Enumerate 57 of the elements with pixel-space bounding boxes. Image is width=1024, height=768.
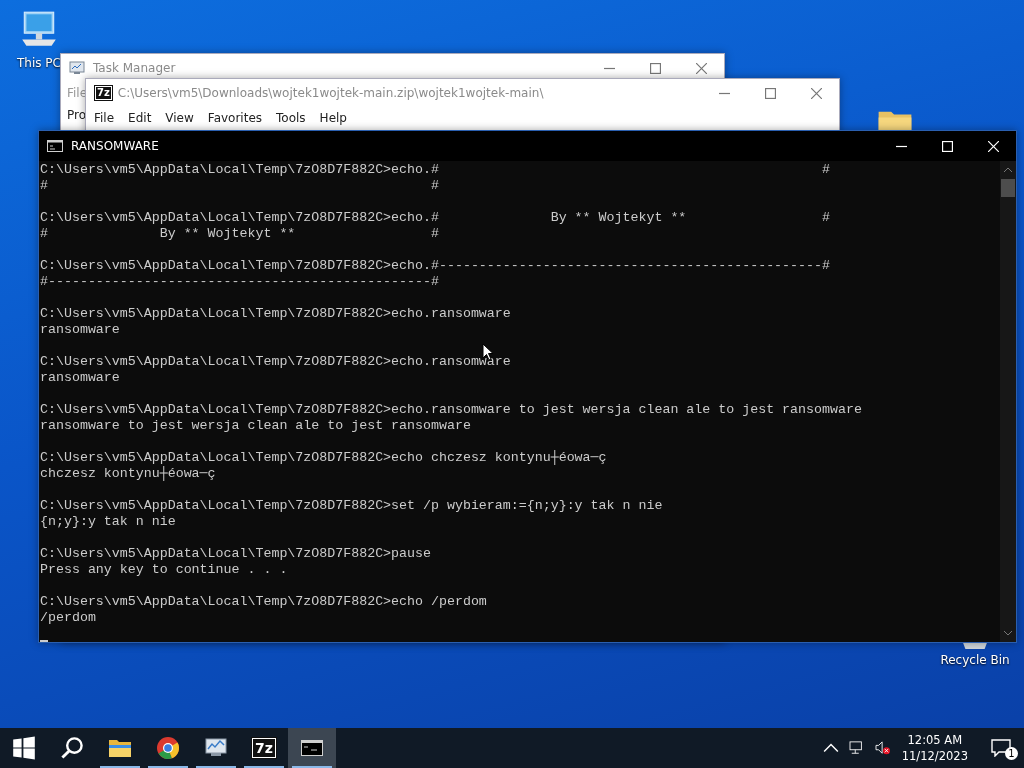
command-line: C:\Users\vm5\AppData\Local\Temp\7zO8D7F882C>echo /perdom: [40, 594, 488, 610]
close-icon: [810, 87, 822, 99]
command-line: C:\Users\vm5\AppData\Local\Temp\7zO8D7F882C>echo.ransomware: [40, 306, 512, 322]
output-line: chczesz kontynu┼éowa─ç: [40, 466, 217, 482]
maximize-icon: [941, 140, 953, 152]
desktop-icon-label[interactable]: This PC: [17, 56, 61, 70]
monitor-chart-icon: [69, 60, 85, 76]
notification-count: 1: [1005, 747, 1018, 760]
network-icon[interactable]: [848, 741, 865, 755]
command-line: C:\Users\vm5\AppData\Local\Temp\7zO8D7F882C>pause: [40, 546, 432, 562]
command-line: C:\Users\vm5\AppData\Local\Temp\7zO8D7F882C>echo.ransomware: [40, 354, 512, 370]
maximize-icon: [649, 62, 661, 74]
command-line: C:\Users\vm5\AppData\Local\Temp\7zO8D7F882C>echo chczesz kontynu┼éowa─ç: [40, 450, 608, 466]
notification-icon[interactable]: [991, 739, 1011, 757]
output-line: #------------------------------------------------#: [40, 274, 440, 290]
output-line: Press any key to continue . . .: [40, 562, 289, 578]
taskbar-app[interactable]: [288, 728, 336, 768]
taskbar-app[interactable]: 7z: [240, 728, 288, 768]
clock[interactable]: 12:05 AM 11/12/2023: [901, 728, 968, 768]
output-line: ransomware to jest wersja clean ale to jest ransomware: [40, 418, 472, 434]
scroll-down-icon[interactable]: [1003, 630, 1013, 636]
app-logo: 7z: [95, 86, 112, 100]
command-line: C:\Users\vm5\AppData\Local\Temp\7zO8D7F882C>echo.#------------------------------------------------#: [40, 258, 831, 274]
time-label: 12:05 AM: [907, 732, 963, 748]
menu-item[interactable]: Help: [319, 111, 347, 125]
console-icon: [47, 138, 63, 154]
output-line: {n;y}:y tak n nie: [40, 514, 177, 530]
menu-item[interactable]: Edit: [128, 111, 152, 125]
scrollbar-thumb[interactable]: [1001, 179, 1015, 197]
output-line: /perdom: [40, 610, 97, 626]
menu-item[interactable]: File: [94, 111, 115, 125]
output-line: # #: [40, 178, 440, 194]
command-line: C:\Users\vm5\AppData\Local\Temp\7zO8D7F882C>echo.# By ** Wojtekyt ** #: [40, 210, 831, 226]
chevron-up-icon[interactable]: [822, 741, 839, 755]
output-line: # By ** Wojtekyt ** #: [40, 226, 440, 242]
close-icon: [695, 62, 707, 74]
volume-muted-icon[interactable]: [874, 741, 891, 755]
browser-icon: [156, 736, 180, 760]
window-title: Task Manager: [93, 61, 176, 75]
window-title: RANSOMWARE: [71, 139, 159, 153]
windows-logo-icon: [12, 736, 36, 760]
menu-item[interactable]: Favorites: [207, 111, 263, 125]
maximize-icon: [764, 87, 776, 99]
output-line: ransomware: [40, 370, 121, 386]
window-title: C:\Users\vm5\Downloads\wojtek1wojtek-main.zip\wojtek1wojtek-main\: [117, 86, 544, 100]
close-icon: [987, 140, 999, 152]
command-line: C:\Users\vm5\AppData\Local\Temp\7zO8D7F882C>set /p wybieram:={n;y}:y tak n nie: [40, 498, 664, 514]
command-line: C:\Users\vm5\AppData\Local\Temp\7zO8D7F882C>echo.# #: [40, 162, 831, 178]
tab[interactable]: Pro: [67, 108, 87, 122]
output-line: ransomware: [40, 322, 121, 338]
command-line: C:\Users\vm5\AppData\Local\Temp\7zO8D7F882C>echo.ransomware to jest wersja clean ale to jest ransomware: [40, 402, 863, 418]
date-label: 11/12/2023: [901, 748, 968, 764]
menu-item[interactable]: Tools: [276, 111, 306, 125]
scroll-up-icon[interactable]: [1003, 167, 1013, 173]
desktop-icon-label[interactable]: Recycle Bin: [940, 653, 1010, 667]
menu-item[interactable]: View: [165, 111, 194, 125]
search-icon: [60, 736, 84, 760]
